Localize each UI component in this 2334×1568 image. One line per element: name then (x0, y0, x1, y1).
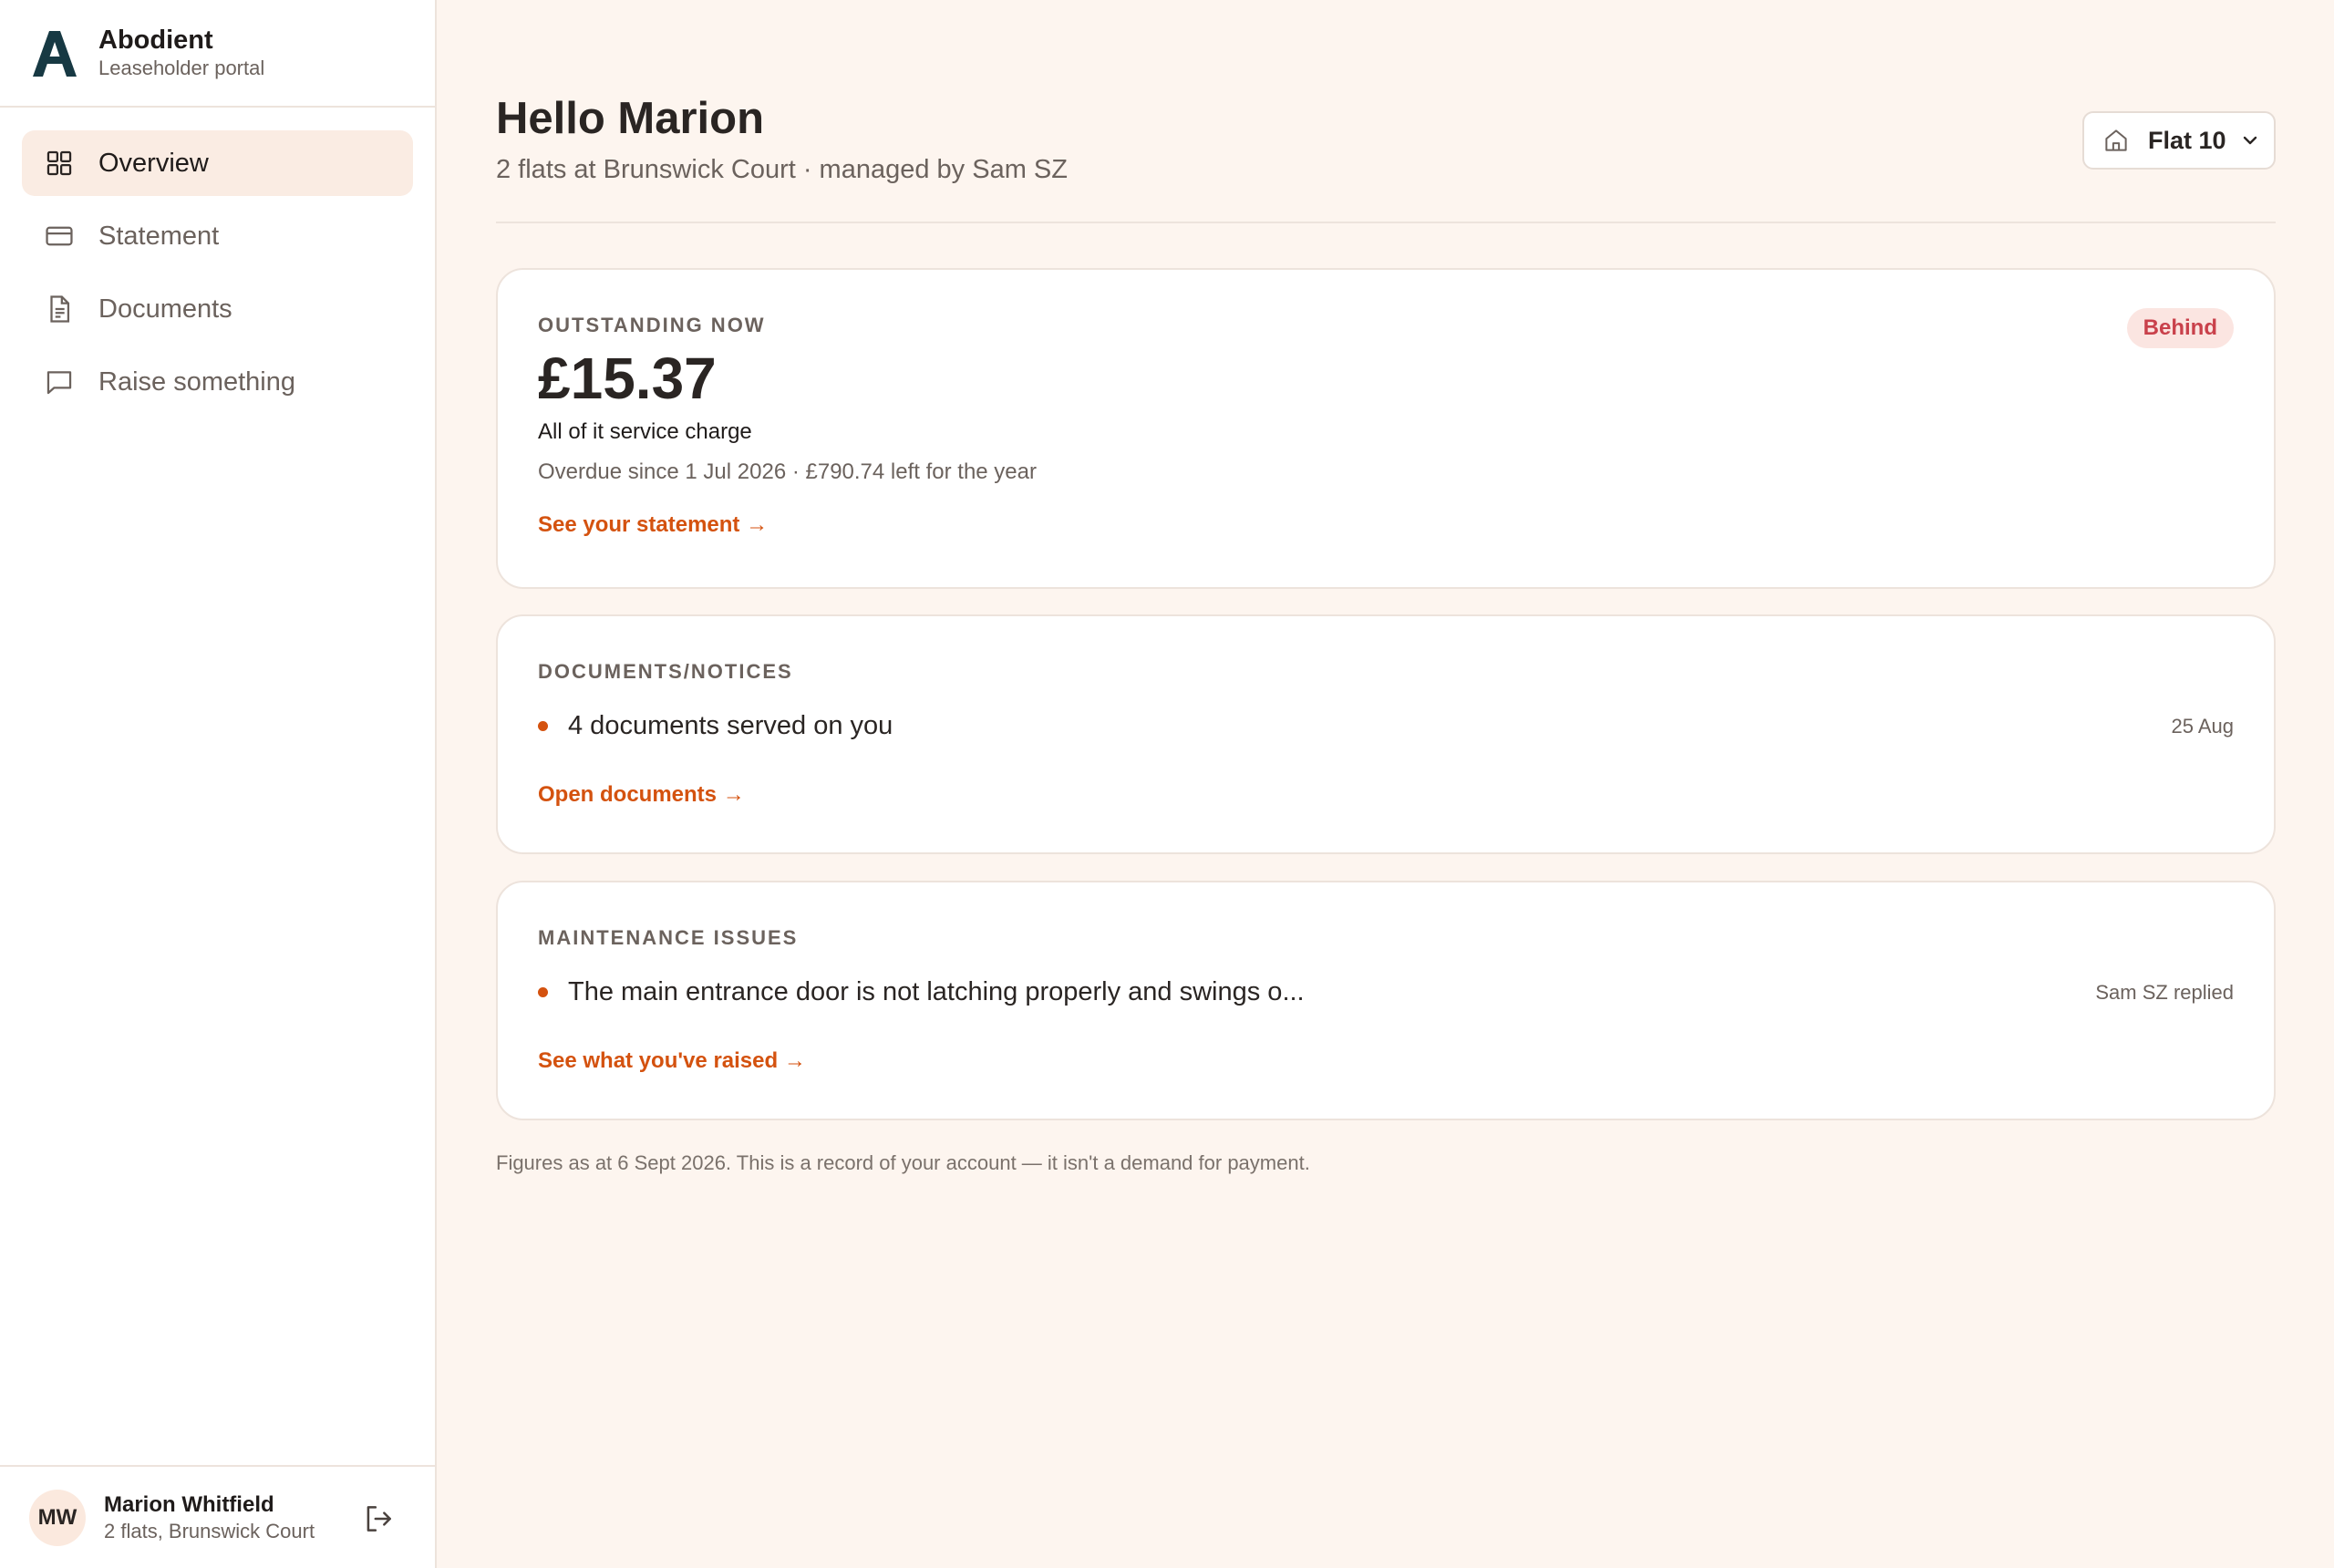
brand-text: Abodient Leaseholder portal (98, 25, 264, 81)
status-badge: Behind (2126, 308, 2234, 348)
header-divider (496, 222, 2276, 223)
sidebar-nav: Overview Statement Documents Raise somet… (0, 108, 435, 415)
message-icon (44, 366, 75, 397)
page-subtitle: 2 flats at Brunswick Court · managed by … (496, 155, 1068, 184)
outstanding-detail: Overdue since 1 Jul 2026 · £790.74 left … (538, 459, 1037, 484)
home-icon (2102, 127, 2130, 154)
outstanding-breakdown: All of it service charge (538, 419, 752, 444)
chevron-down-icon (2239, 129, 2261, 151)
open-documents-link[interactable]: Open documents → (538, 782, 745, 808)
sidebar-item-label: Raise something (98, 366, 295, 397)
see-raised-link[interactable]: See what you've raised → (538, 1048, 806, 1074)
sidebar-item-documents[interactable]: Documents (22, 276, 413, 342)
avatar: MW (29, 1489, 86, 1546)
bullet-dot (538, 987, 548, 997)
sidebar: Abodient Leaseholder portal Overview Sta… (0, 0, 437, 1568)
document-icon (44, 294, 75, 325)
list-item[interactable]: 4 documents served on you 25 Aug (538, 711, 2234, 741)
documents-card: DOCUMENTS/NOTICES 4 documents served on … (496, 614, 2276, 854)
documents-label: DOCUMENTS/NOTICES (538, 660, 793, 683)
list-item[interactable]: The main entrance door is not latching p… (538, 977, 2234, 1007)
outstanding-amount: £15.37 (538, 346, 717, 411)
grid-icon (44, 148, 75, 179)
brand-name: Abodient (98, 26, 213, 55)
brand: Abodient Leaseholder portal (0, 0, 435, 108)
sidebar-item-statement[interactable]: Statement (22, 203, 413, 269)
maintenance-label: MAINTENANCE ISSUES (538, 926, 799, 949)
bullet-dot (538, 721, 548, 731)
sidebar-item-label: Statement (98, 221, 220, 251)
maintenance-card: MAINTENANCE ISSUES The main entrance doo… (496, 881, 2276, 1120)
outstanding-card: OUTSTANDING NOW Behind £15.37 All of it … (496, 268, 2276, 589)
sidebar-item-raise-something[interactable]: Raise something (22, 349, 413, 415)
maintenance-item-text: The main entrance door is not latching p… (568, 977, 1305, 1006)
user-name: Marion Whitfield (104, 1491, 274, 1517)
flat-select[interactable]: Flat 10 (2082, 111, 2276, 170)
sidebar-item-label: Overview (98, 148, 209, 178)
maintenance-item-meta: Sam SZ replied (2095, 980, 2234, 1004)
abodient-logo-icon (29, 27, 80, 78)
sidebar-item-overview[interactable]: Overview (22, 130, 413, 196)
flat-select-value: Flat 10 (2148, 126, 2226, 154)
user-subtitle: 2 flats, Brunswick Court (104, 1519, 315, 1542)
logout-icon[interactable] (361, 1501, 396, 1536)
footnote: Figures as at 6 Sept 2026. This is a rec… (496, 1151, 1310, 1174)
document-item-text: 4 documents served on you (568, 711, 893, 740)
user-info: Marion Whitfield 2 flats, Brunswick Cour… (104, 1491, 315, 1544)
brand-subtitle: Leaseholder portal (98, 57, 265, 79)
document-item-date: 25 Aug (2171, 714, 2234, 738)
outstanding-label: OUTSTANDING NOW (538, 314, 766, 336)
see-statement-link[interactable]: See your statement → (538, 512, 768, 538)
card-icon (44, 221, 75, 252)
page-title: Hello Marion (496, 94, 765, 143)
sidebar-item-label: Documents (98, 294, 232, 324)
user-panel: MW Marion Whitfield 2 flats, Brunswick C… (0, 1465, 435, 1568)
